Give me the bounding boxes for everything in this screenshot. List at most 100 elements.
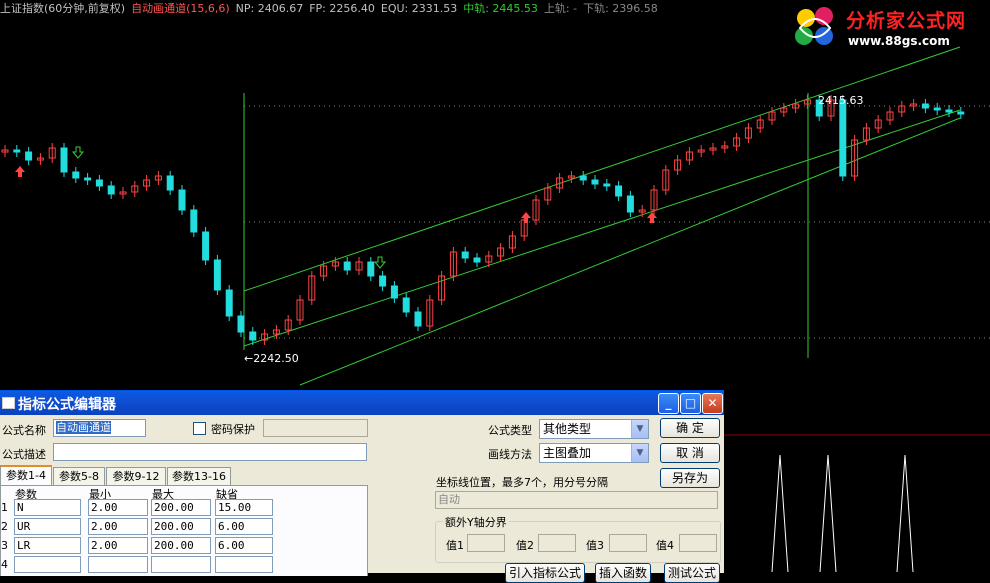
formula-name-input[interactable]: 自动画通道 bbox=[53, 419, 146, 437]
insert-function-button[interactable]: 插入函数 bbox=[595, 563, 651, 583]
param-def-cell[interactable]: 15.00 bbox=[215, 499, 273, 516]
upper-channel-line bbox=[243, 46, 961, 292]
test-formula-button[interactable]: 测试公式 bbox=[664, 563, 720, 583]
candle-down bbox=[921, 103, 929, 109]
candle-down bbox=[237, 315, 245, 333]
y-value-3-label: 值3 bbox=[586, 539, 604, 552]
candle-down bbox=[84, 177, 92, 181]
password-protect-checkbox[interactable] bbox=[193, 422, 206, 435]
formula-type-label: 公式类型 bbox=[488, 424, 532, 437]
candle-down bbox=[591, 179, 599, 185]
logo-url: www.88gs.com bbox=[848, 34, 950, 48]
param-no-cell: 2 bbox=[1, 520, 8, 533]
candle-down bbox=[13, 149, 21, 153]
param-name-cell[interactable]: N bbox=[14, 499, 81, 516]
param-max-cell[interactable]: 200.00 bbox=[151, 518, 211, 535]
logo-icon bbox=[795, 7, 833, 45]
param-name-cell[interactable]: LR bbox=[14, 537, 81, 554]
candle-down bbox=[367, 261, 375, 277]
draw-method-select[interactable]: 主图叠加 ▼ bbox=[539, 443, 649, 463]
password-protect-label: 密码保护 bbox=[211, 423, 255, 436]
param-max-cell[interactable]: 200.00 bbox=[151, 499, 211, 516]
candle-down bbox=[414, 311, 422, 327]
param-min-cell[interactable]: 2.00 bbox=[88, 518, 148, 535]
tab-params-5-8[interactable]: 参数5-8 bbox=[53, 467, 105, 485]
candle-down bbox=[249, 331, 257, 341]
close-button[interactable]: ✕ bbox=[702, 393, 723, 414]
formula-editor-dialog: 指标公式编辑器 _ □ ✕ 公式名称 自动画通道 密码保护 公式描述 公式类型 … bbox=[0, 390, 724, 583]
chevron-down-icon: ▼ bbox=[631, 444, 648, 462]
upper-band-value: 上轨: - bbox=[543, 2, 578, 15]
param-max-cell[interactable]: 200.00 bbox=[151, 537, 211, 554]
tab-params-13-16[interactable]: 参数13-16 bbox=[167, 467, 231, 485]
dialog-title: 指标公式编辑器 bbox=[18, 397, 116, 413]
candle-down bbox=[190, 209, 198, 233]
candle-down bbox=[473, 257, 481, 263]
signal-spike bbox=[819, 454, 837, 572]
buy-arrow-icon bbox=[521, 212, 531, 223]
param-min-cell[interactable]: 2.00 bbox=[88, 537, 148, 554]
sell-arrow-icon bbox=[373, 256, 387, 269]
maximize-button[interactable]: □ bbox=[680, 393, 701, 414]
middle-channel-line bbox=[243, 109, 961, 347]
param-def-cell[interactable]: 6.00 bbox=[215, 537, 273, 554]
param-name-cell[interactable] bbox=[14, 556, 81, 573]
y-value-2-input[interactable] bbox=[538, 534, 576, 552]
y-value-4-input[interactable] bbox=[679, 534, 717, 552]
y-value-3-input[interactable] bbox=[609, 534, 647, 552]
candle-down bbox=[603, 183, 611, 187]
candle-down bbox=[626, 195, 634, 213]
candle-down bbox=[402, 297, 410, 313]
dialog-titlebar[interactable]: 指标公式编辑器 _ □ ✕ bbox=[0, 391, 724, 415]
coord-lines-label: 坐标线位置，最多7个，用分号分隔 bbox=[436, 476, 608, 489]
formula-type-select[interactable]: 其他类型 ▼ bbox=[539, 419, 649, 439]
coord-lines-input[interactable]: 自动 bbox=[435, 491, 718, 509]
cancel-button[interactable]: 取 消 bbox=[660, 443, 720, 463]
param-min-cell[interactable] bbox=[88, 556, 148, 573]
param-min-cell[interactable]: 2.00 bbox=[88, 499, 148, 516]
password-input[interactable] bbox=[263, 419, 368, 437]
chart-info-bar: 上证指数(60分钟,前复权) 自动画通道(15,6,6) NP: 2406.67 FP… bbox=[0, 0, 664, 16]
tab-params-9-12[interactable]: 参数9-12 bbox=[106, 467, 166, 485]
formula-name-value: 自动画通道 bbox=[56, 421, 111, 434]
params-panel: 参数 最小 最大 缺省 1 N 2.00 200.00 15.00 2 UR 2.00 200.… bbox=[0, 485, 368, 576]
minimize-button[interactable]: _ bbox=[658, 393, 679, 414]
signal-spike bbox=[896, 454, 914, 572]
y-value-1-input[interactable] bbox=[467, 534, 505, 552]
candle-down bbox=[202, 231, 210, 261]
param-max-cell[interactable] bbox=[151, 556, 211, 573]
candle-down bbox=[343, 261, 351, 271]
logo-title: 分析家公式网 bbox=[846, 10, 967, 32]
candle-down bbox=[72, 171, 80, 179]
np-value: NP: 2406.67 bbox=[235, 2, 304, 15]
candle-down bbox=[615, 185, 623, 197]
param-no-cell: 1 bbox=[1, 501, 8, 514]
candle-down bbox=[60, 147, 68, 173]
draw-method-value: 主图叠加 bbox=[543, 446, 592, 460]
candle-down bbox=[107, 185, 115, 195]
candle-down bbox=[933, 107, 941, 111]
fp-value: FP: 2256.40 bbox=[309, 2, 375, 15]
instrument-label: 上证指数(60分钟,前复权) bbox=[0, 2, 126, 15]
param-def-cell[interactable] bbox=[215, 556, 273, 573]
indicator-label: 自动画通道(15,6,6) bbox=[131, 2, 230, 15]
save-as-button[interactable]: 另存为 bbox=[660, 468, 720, 488]
site-logo: 分析家公式网 www.88gs.com bbox=[790, 2, 986, 52]
y-value-4-label: 值4 bbox=[656, 539, 674, 552]
low-price-label: ←2242.50 bbox=[244, 352, 299, 365]
candle-down bbox=[461, 251, 469, 259]
candle-down bbox=[25, 151, 33, 161]
formula-desc-label: 公式描述 bbox=[2, 448, 46, 461]
param-def-cell[interactable]: 6.00 bbox=[215, 518, 273, 535]
sell-arrow-icon bbox=[71, 146, 85, 159]
chevron-down-icon: ▼ bbox=[631, 420, 648, 438]
formula-desc-input[interactable] bbox=[53, 443, 367, 461]
import-formula-button[interactable]: 引入指标公式 bbox=[505, 563, 585, 583]
param-name-cell[interactable]: UR bbox=[14, 518, 81, 535]
candle-down bbox=[390, 285, 398, 299]
ok-button[interactable]: 确 定 bbox=[660, 418, 720, 438]
param-no-cell: 4 bbox=[1, 558, 8, 571]
tab-params-1-4[interactable]: 参数1-4 bbox=[0, 465, 52, 485]
candle-down bbox=[945, 109, 953, 113]
buy-arrow-icon bbox=[15, 166, 25, 177]
